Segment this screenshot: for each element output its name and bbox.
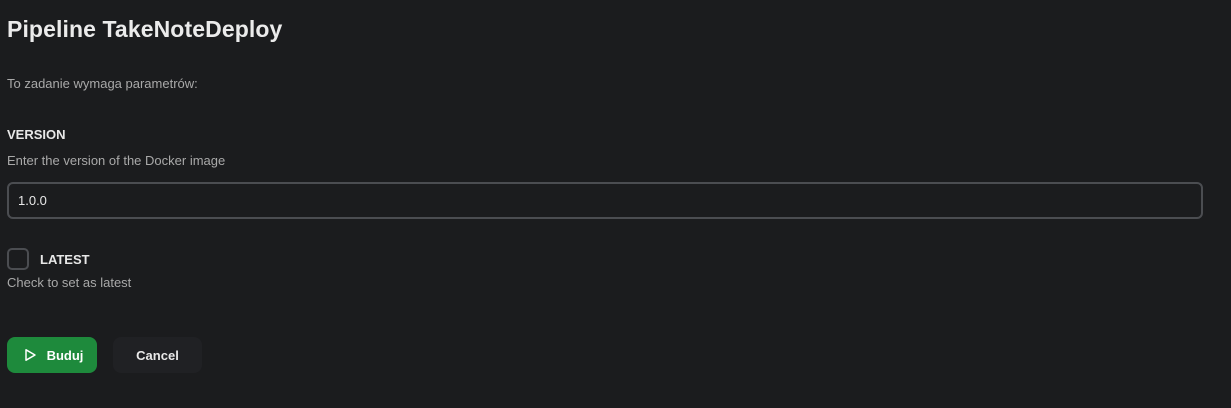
play-icon xyxy=(23,348,37,362)
latest-param-name[interactable]: LATEST xyxy=(40,252,90,267)
version-input[interactable] xyxy=(7,182,1203,219)
build-button[interactable]: Buduj xyxy=(7,337,97,373)
latest-param-description: Check to set as latest xyxy=(7,275,132,290)
latest-checkbox-row[interactable]: LATEST xyxy=(7,248,90,270)
parameters-intro: To zadanie wymaga parametrów: xyxy=(7,76,198,91)
page-title: Pipeline TakeNoteDeploy xyxy=(7,16,283,42)
latest-checkbox[interactable] xyxy=(7,248,29,270)
version-param-name: VERSION xyxy=(7,127,66,142)
version-param-description: Enter the version of the Docker image xyxy=(7,153,226,168)
cancel-button[interactable]: Cancel xyxy=(113,337,202,373)
build-button-label: Buduj xyxy=(46,347,84,363)
build-with-parameters-page: Pipeline TakeNoteDeploy To zadanie wymag… xyxy=(0,0,1231,408)
